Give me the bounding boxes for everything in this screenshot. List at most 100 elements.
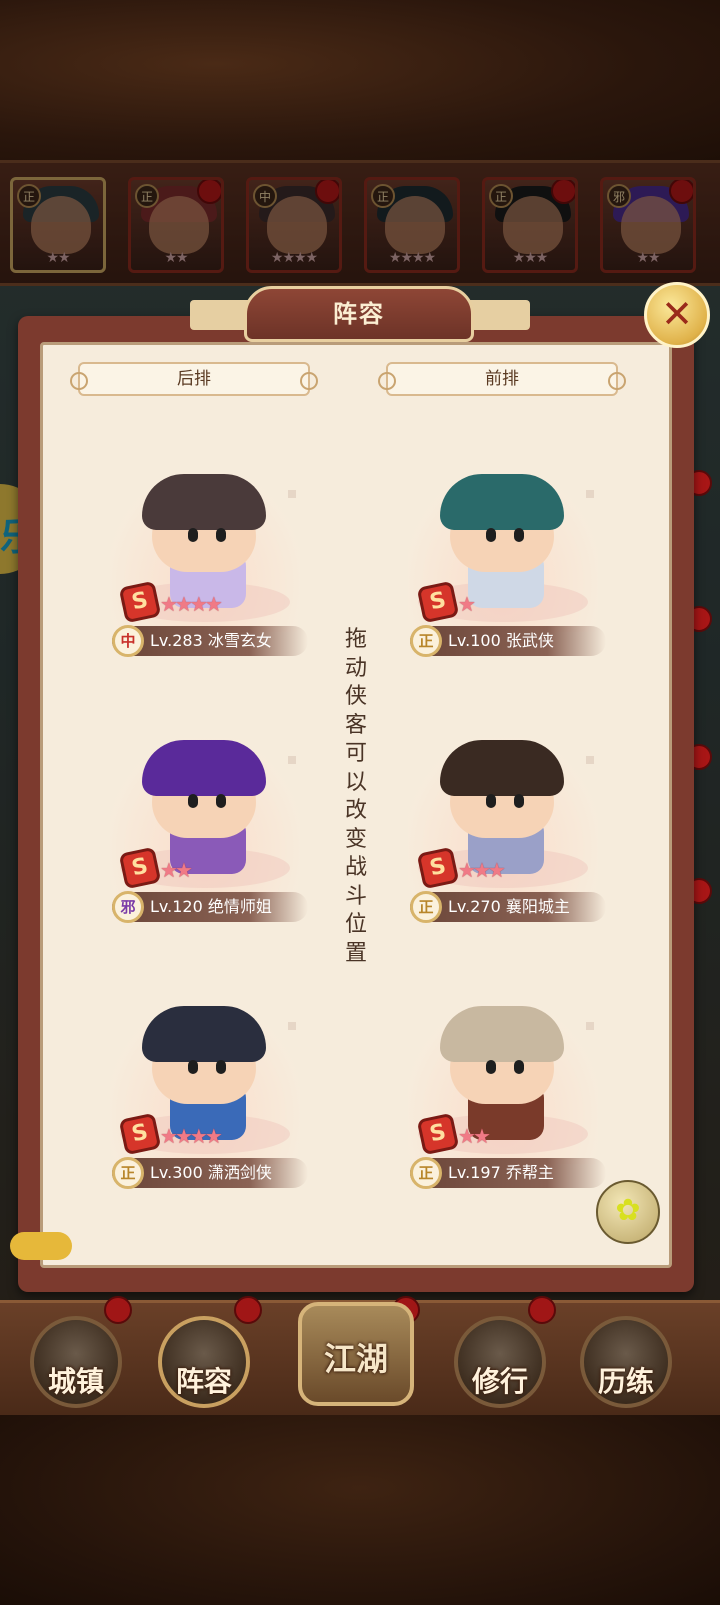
formation-slot[interactable]: S ★★★ 正 Lv.270 襄阳城主	[388, 728, 618, 948]
notification-dot	[528, 1296, 556, 1324]
hero-eye	[514, 1060, 524, 1074]
hero-info-bar: 正 Lv.100 张武侠	[410, 625, 606, 657]
faction-badge: 正	[410, 1157, 442, 1189]
star-icon: ★	[472, 1124, 491, 1148]
faction-badge: 正	[410, 891, 442, 923]
hero-info-bar: 正 Lv.197 乔帮主	[410, 1157, 606, 1189]
formation-slot[interactable]: S ★★★★ 正 Lv.300 潇洒剑侠	[90, 994, 320, 1214]
hero-info-bar: 正 Lv.270 襄阳城主	[410, 891, 606, 923]
nav-town-button[interactable]: 城镇	[30, 1316, 122, 1408]
star-icon: ★	[160, 592, 178, 616]
flower-icon: ✿	[615, 1193, 641, 1228]
star-icon: ★	[160, 1124, 178, 1148]
hero-level: Lv.120	[150, 897, 203, 916]
hero-eye	[514, 528, 524, 542]
rank-s-badge: S	[416, 846, 460, 890]
hero-sprite-hair	[440, 474, 564, 530]
hero-info-bar: 中 Lv.283 冰雪玄女	[112, 625, 308, 657]
star-icon: ★	[174, 858, 193, 882]
nav-training-button[interactable]: 修行	[454, 1316, 546, 1408]
star-icon: ★	[458, 1124, 476, 1148]
formation-slot[interactable]: S ★★ 邪 Lv.120 绝情师姐	[90, 728, 320, 948]
slot-marker	[288, 756, 296, 764]
hero-eye	[216, 794, 226, 808]
hero-info-bar: 正 Lv.300 潇洒剑侠	[112, 1157, 308, 1189]
nav-trials-button[interactable]: 历练	[580, 1316, 672, 1408]
hero-level-name: Lv.283 冰雪玄女	[150, 626, 272, 656]
star-icon: ★	[189, 592, 208, 616]
front-row-header: 前排	[378, 362, 626, 396]
hero-eye	[216, 1060, 226, 1074]
drag-hint-text: 拖动侠客可以改变战斗位置	[344, 627, 367, 966]
star-rating: ★★	[458, 1124, 491, 1148]
rank-s-badge: S	[118, 580, 162, 624]
hero-name: 绝情师姐	[207, 897, 272, 916]
formation-slot[interactable]: S ★★ 正 Lv.197 乔帮主	[388, 994, 618, 1214]
faction-badge: 邪	[112, 891, 144, 923]
formation-slot[interactable]: S ★★★★ 中 Lv.283 冰雪玄女	[90, 462, 320, 682]
star-rating: ★	[458, 592, 476, 616]
star-icon: ★	[458, 858, 476, 882]
rank-s-badge: S	[416, 580, 460, 624]
star-rating: ★★	[160, 858, 193, 882]
faction-badge: 正	[410, 625, 442, 657]
star-icon: ★	[204, 592, 223, 616]
slot-marker	[288, 490, 296, 498]
hero-level-name: Lv.120 绝情师姐	[150, 892, 272, 922]
panel-title: 阵容	[244, 286, 474, 342]
hero-level-name: Lv.270 襄阳城主	[448, 892, 570, 922]
hero-level: Lv.283	[150, 631, 203, 650]
bottom-background	[0, 1410, 720, 1605]
hero-eye	[188, 794, 198, 808]
top-background	[0, 0, 720, 160]
star-icon: ★	[472, 858, 491, 882]
hero-level-name: Lv.100 张武侠	[448, 626, 554, 656]
star-icon: ★	[174, 1124, 193, 1148]
hero-sprite-hair	[440, 740, 564, 796]
notification-dot	[234, 1296, 262, 1324]
hero-eye	[514, 794, 524, 808]
hero-level: Lv.197	[448, 1163, 501, 1182]
nav-jianghu-button[interactable]: 江湖	[298, 1302, 414, 1406]
slot-marker	[288, 1022, 296, 1030]
hero-name: 潇洒剑侠	[207, 1163, 272, 1182]
formation-slot[interactable]: S ★ 正 Lv.100 张武侠	[388, 462, 618, 682]
star-icon: ★	[458, 592, 476, 616]
rank-s-badge: S	[416, 1112, 460, 1156]
star-rating: ★★★★	[160, 1124, 223, 1148]
hero-eye	[216, 528, 226, 542]
notification-dot	[104, 1296, 132, 1324]
hero-eye	[188, 1060, 198, 1074]
hero-sprite-hair	[142, 740, 266, 796]
hero-name: 张武侠	[505, 631, 554, 650]
close-button[interactable]: ✕	[644, 282, 710, 348]
hero-eye	[486, 1060, 496, 1074]
slot-marker	[586, 1022, 594, 1030]
hero-eye	[486, 528, 496, 542]
hero-eye	[486, 794, 496, 808]
slot-marker	[586, 490, 594, 498]
star-icon: ★	[204, 1124, 223, 1148]
hero-eye	[188, 528, 198, 542]
faction-badge: 正	[112, 1157, 144, 1189]
rank-s-badge: S	[118, 846, 162, 890]
rank-s-badge: S	[118, 1112, 162, 1156]
star-icon: ★	[487, 858, 506, 882]
star-icon: ★	[189, 1124, 208, 1148]
nav-formation-button[interactable]: 阵容	[158, 1316, 250, 1408]
back-row-header: 后排	[70, 362, 318, 396]
hero-sprite-hair	[142, 1006, 266, 1062]
close-icon: ✕	[661, 292, 693, 336]
hero-level-name: Lv.300 潇洒剑侠	[150, 1158, 272, 1188]
star-icon: ★	[160, 858, 178, 882]
star-icon: ★	[174, 592, 193, 616]
faction-badge: 中	[112, 625, 144, 657]
hero-name: 冰雪玄女	[207, 631, 272, 650]
cloud-ornament	[10, 1232, 72, 1260]
star-rating: ★★★★	[160, 592, 223, 616]
hero-name: 襄阳城主	[505, 897, 570, 916]
hero-level: Lv.270	[448, 897, 501, 916]
auto-arrange-button[interactable]: ✿	[596, 1180, 660, 1244]
hero-name: 乔帮主	[505, 1163, 554, 1182]
hero-level-name: Lv.197 乔帮主	[448, 1158, 554, 1188]
